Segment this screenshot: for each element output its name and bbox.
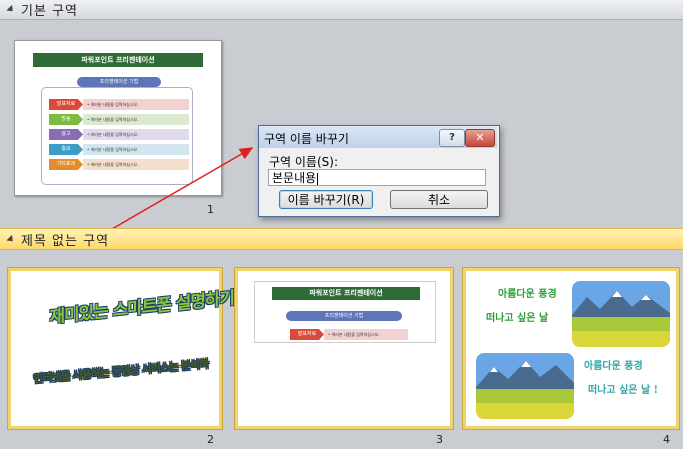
collapse-triangle-icon[interactable] xyxy=(6,4,16,15)
slide-subtitle: 프리젠테이션 기법 xyxy=(286,311,402,321)
section-name-label: 구역 이름(S): xyxy=(269,155,338,169)
input-value: 본문내용 xyxy=(272,171,317,185)
text-line-4: 떠나고 싶은 날 ! xyxy=(588,385,659,396)
section-header-untitled[interactable]: 제목 없는 구역 xyxy=(0,228,683,250)
slide-number: 2 xyxy=(207,433,214,446)
rename-section-dialog: 구역 이름 바꾸기 ? ✕ 구역 이름(S): 본문내용 이름 바꾸기(R) 취… xyxy=(258,125,500,217)
wordart-line-1: 재미있는 스마트폰 설명하기 xyxy=(49,288,235,328)
dialog-title: 구역 이름 바꾸기 xyxy=(264,132,349,146)
text-line-3: 아름다운 풍경 xyxy=(584,361,643,372)
text-line-1: 아름다운 풍경 xyxy=(498,289,557,300)
wordart-line-2: 인터넷을 사용하는 동영상 서비스는 분석하 xyxy=(32,357,209,386)
text-caret xyxy=(317,172,319,185)
bullet-row: 광고 • 여러분 내용을 입력하십시오. xyxy=(49,129,189,140)
row-tag: 방송 xyxy=(49,114,83,125)
row-text: • 여러분 내용을 입력하십시오. xyxy=(83,114,189,125)
section-label: 기본 구역 xyxy=(21,4,78,19)
landscape-photo-2 xyxy=(476,353,574,419)
bullet-row: 발표자료 • 여러분 내용을 입력하십시오. xyxy=(49,99,189,110)
help-button[interactable]: ? xyxy=(439,129,465,147)
collapse-triangle-icon[interactable] xyxy=(6,234,16,244)
slide-thumbnail-2[interactable]: 재미있는 스마트폰 설명하기 인터넷을 사용하는 동영상 서비스는 분석하 xyxy=(8,268,234,429)
row-text: • 여러분 내용을 입력하십시오. xyxy=(83,99,189,110)
section-name-input[interactable]: 본문내용 xyxy=(268,169,486,186)
row-text: • 여러분 내용을 입력하십시오. xyxy=(324,329,408,340)
cancel-button[interactable]: 취소 xyxy=(390,190,488,209)
section-label: 제목 없는 구역 xyxy=(21,233,110,249)
close-button[interactable]: ✕ xyxy=(465,129,495,147)
row-tag: 발표자료 xyxy=(49,99,83,110)
section-header-default[interactable]: 기본 구역 xyxy=(0,0,683,20)
row-tag: 기타효과 xyxy=(49,159,83,170)
slide-title: 파워포인트 프리젠테이션 xyxy=(272,287,420,300)
row-tag: 발표자료 xyxy=(290,329,324,340)
annotation-arrow xyxy=(104,147,254,234)
row-text: • 여러분 내용을 입력하십시오. xyxy=(83,129,189,140)
slide-title: 파워포인트 프리젠테이션 xyxy=(33,53,203,67)
landscape-photo-1 xyxy=(572,281,670,347)
slide-thumbnail-4[interactable]: 아름다운 풍경 떠나고 싶은 날 아름다운 풍경 떠나고 싶은 날 ! xyxy=(463,268,679,429)
slide-subtitle: 프리젠테이션 기법 xyxy=(77,77,161,87)
slide-number: 4 xyxy=(663,433,670,446)
row-tag: 홍보 xyxy=(49,144,83,155)
bullet-row: 발표자료 • 여러분 내용을 입력하십시오. xyxy=(290,329,408,340)
slide-number: 3 xyxy=(436,433,443,446)
row-tag: 광고 xyxy=(49,129,83,140)
bullet-row: 방송 • 여러분 내용을 입력하십시오. xyxy=(49,114,189,125)
slide-thumbnail-3[interactable]: 파워포인트 프리젠테이션 프리젠테이션 기법 발표자료 • 여러분 내용을 입력… xyxy=(235,268,453,429)
rename-button[interactable]: 이름 바꾸기(R) xyxy=(279,190,373,209)
text-line-2: 떠나고 싶은 날 xyxy=(486,313,549,324)
